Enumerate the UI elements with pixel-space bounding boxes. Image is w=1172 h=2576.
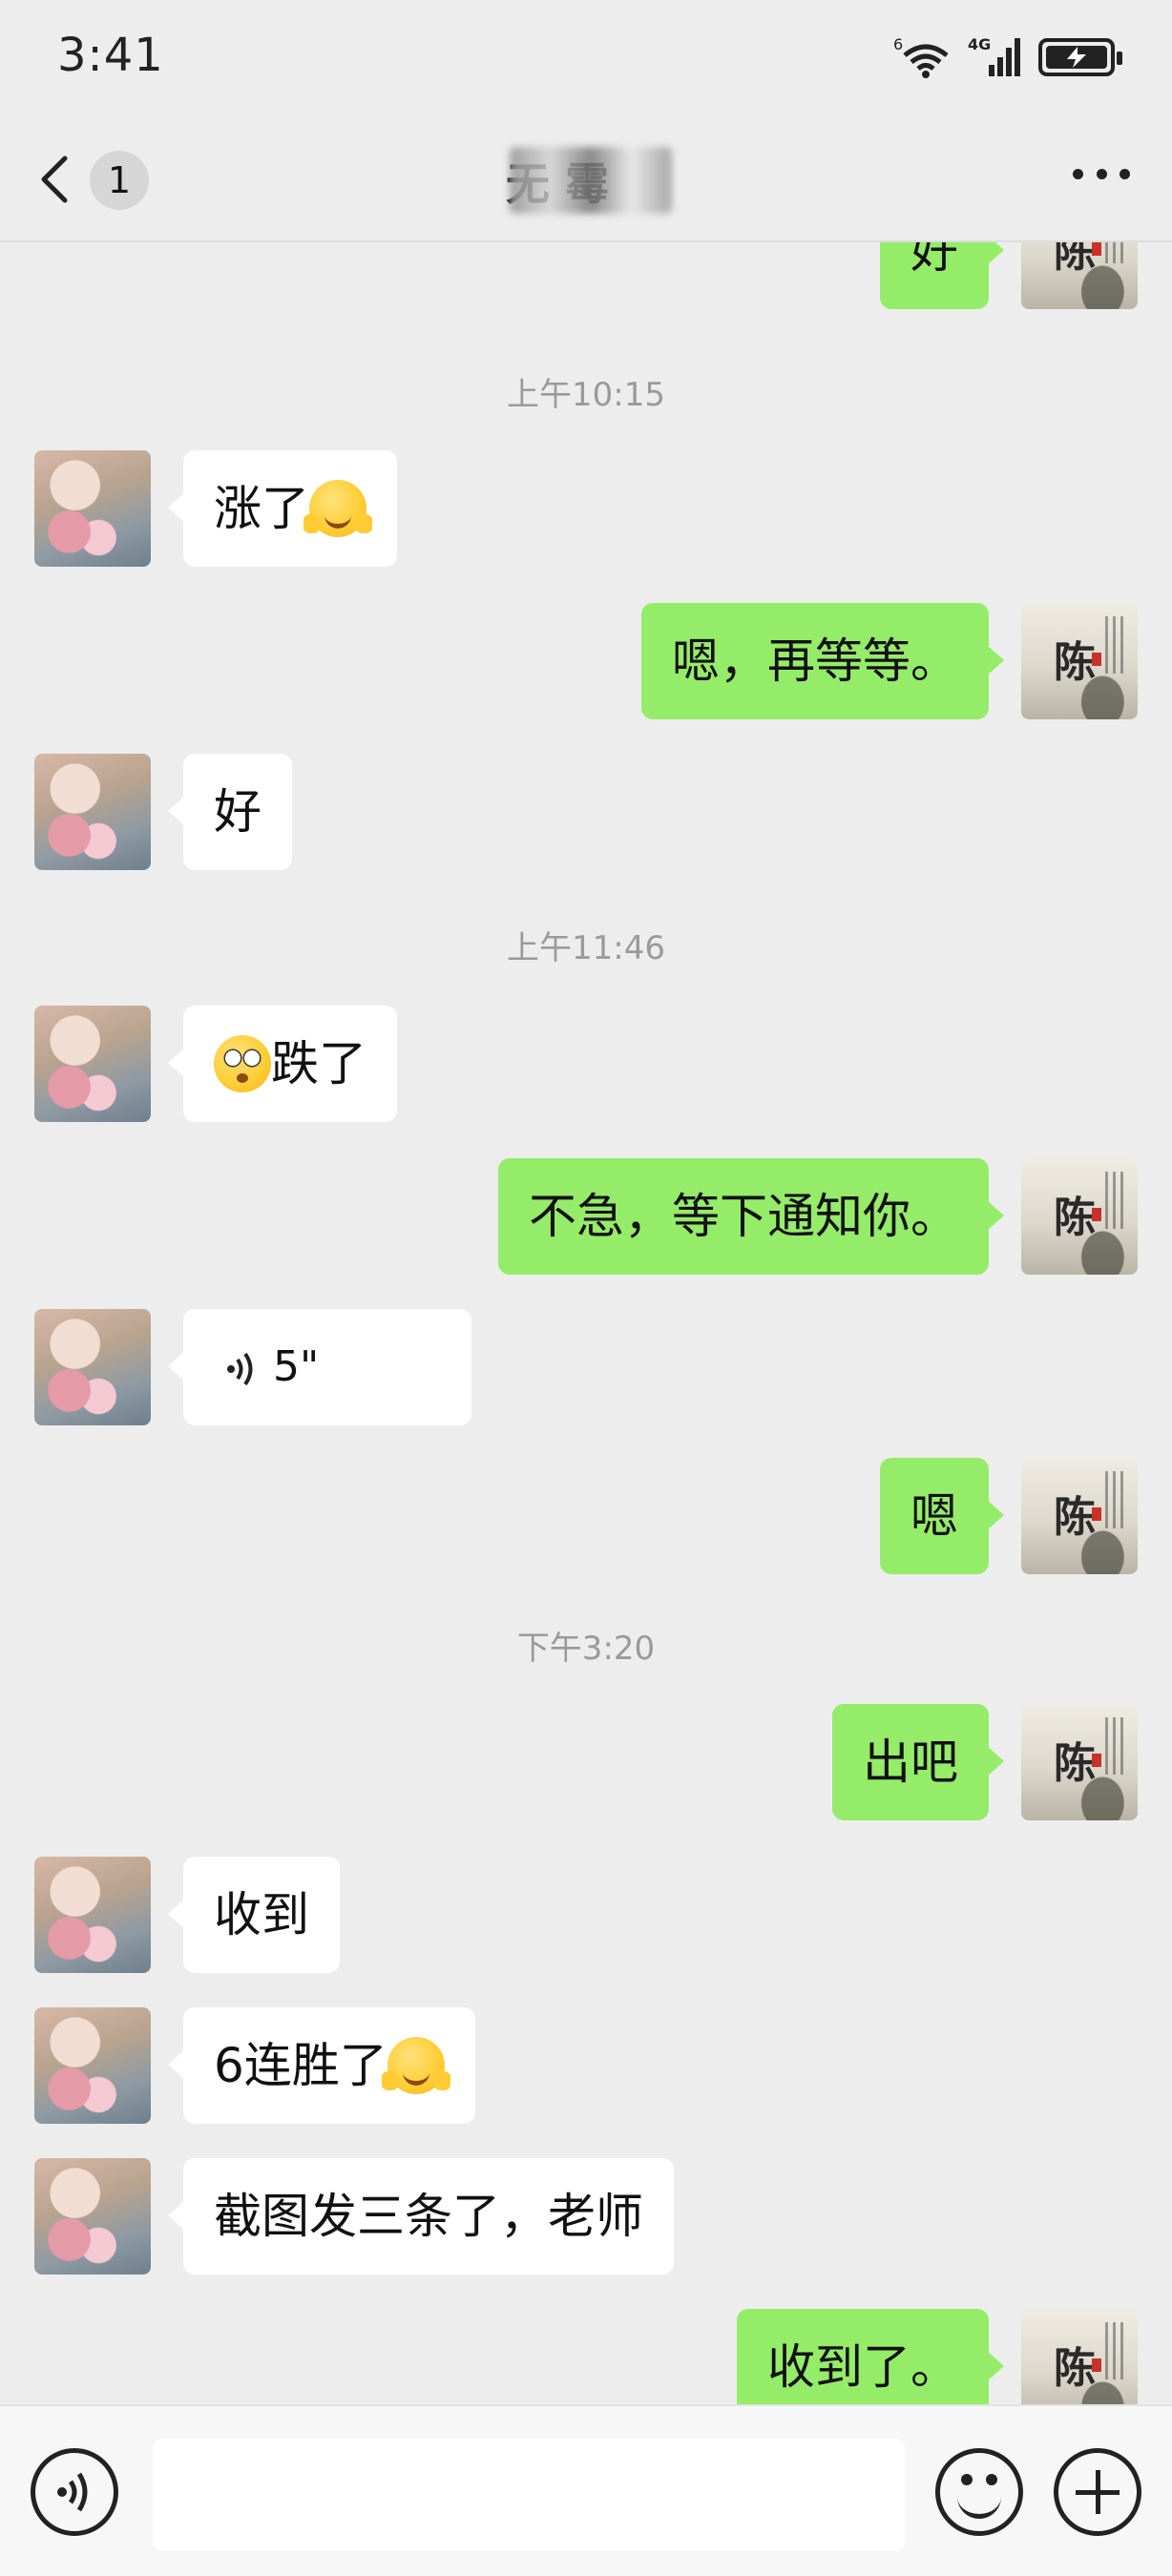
self-avatar[interactable]: 陈 <box>1021 1458 1138 1574</box>
message-bubble[interactable]: 6连胜了 <box>168 2007 475 2124</box>
more-actions-plus-button[interactable] <box>1054 2448 1141 2536</box>
more-options-button[interactable] <box>1073 164 1130 183</box>
message-bubble[interactable]: 涨了 <box>168 450 397 567</box>
self-avatar[interactable]: 陈 <box>1021 1704 1138 1820</box>
voice-input-button[interactable] <box>31 2448 118 2536</box>
timestamp: 下午3:20 <box>516 1630 656 1668</box>
timestamp: 上午11:46 <box>507 929 665 967</box>
self-avatar[interactable]: 陈 <box>1021 603 1138 719</box>
emoji-button[interactable] <box>935 2448 1023 2536</box>
unread-count-badge[interactable]: 1 <box>90 151 149 210</box>
message-bubble[interactable]: 好 <box>880 242 1004 309</box>
clock: 3:41 <box>57 29 164 82</box>
wifi-label: 6 <box>893 35 903 53</box>
contact-avatar[interactable] <box>34 754 151 870</box>
message-bubble[interactable]: 收到了。 <box>737 2309 1004 2404</box>
message-bubble[interactable]: 不急，等下通知你。 <box>498 1158 1004 1275</box>
contact-avatar[interactable] <box>34 1309 151 1425</box>
voice-playback-icon <box>227 1352 253 1386</box>
battery-icon <box>1038 38 1122 76</box>
status-bar: 3:41 6 4G <box>0 0 1172 114</box>
chat-title: 无 霉 <box>506 147 672 214</box>
message-text-input[interactable] <box>153 2439 905 2551</box>
timestamp: 上午10:15 <box>507 376 665 414</box>
flushed-face-emoji-icon <box>214 1034 271 1092</box>
chat-header: 1 无 霉 <box>0 114 1172 242</box>
hugging-face-emoji-icon <box>381 2036 450 2094</box>
message-bubble[interactable]: 收到 <box>168 1857 340 1973</box>
status-icons: 6 4G <box>893 34 1122 80</box>
contact-avatar[interactable] <box>34 1857 151 1973</box>
network-label: 4G <box>968 35 991 53</box>
message-list[interactable]: 好 陈 上午10:15 涨了 嗯，再等等。 陈 好 上午11:46 跌了 不急，… <box>0 242 1172 2404</box>
self-avatar[interactable]: 陈 <box>1021 2309 1138 2404</box>
message-bubble[interactable]: 嗯，再等等。 <box>641 603 1004 719</box>
cellular-signal-icon: 4G <box>968 34 1021 80</box>
wifi-icon: 6 <box>893 34 951 80</box>
voice-message-bubble[interactable]: 5" <box>168 1309 471 1425</box>
message-bubble[interactable]: 出吧 <box>832 1704 1004 1820</box>
contact-avatar[interactable] <box>34 2007 151 2124</box>
message-input-bar <box>0 2404 1172 2576</box>
message-bubble[interactable]: 好 <box>168 754 292 870</box>
message-bubble[interactable]: 跌了 <box>168 1006 397 1122</box>
voice-input-icon <box>57 2472 88 2512</box>
chevron-left-icon <box>41 156 68 203</box>
hugging-face-emoji-icon <box>303 479 372 537</box>
contact-avatar[interactable] <box>34 450 151 567</box>
self-avatar[interactable]: 陈 <box>1021 242 1138 309</box>
message-bubble[interactable]: 嗯 <box>880 1458 1004 1574</box>
voice-duration: 5" <box>273 1342 320 1391</box>
contact-avatar[interactable] <box>34 1006 151 1122</box>
redaction-blur <box>510 147 672 214</box>
back-button[interactable] <box>32 153 80 206</box>
contact-avatar[interactable] <box>34 2158 151 2275</box>
message-bubble[interactable]: 截图发三条了，老师 <box>168 2158 674 2275</box>
self-avatar[interactable]: 陈 <box>1021 1158 1138 1275</box>
charging-bolt-icon <box>1067 47 1086 68</box>
